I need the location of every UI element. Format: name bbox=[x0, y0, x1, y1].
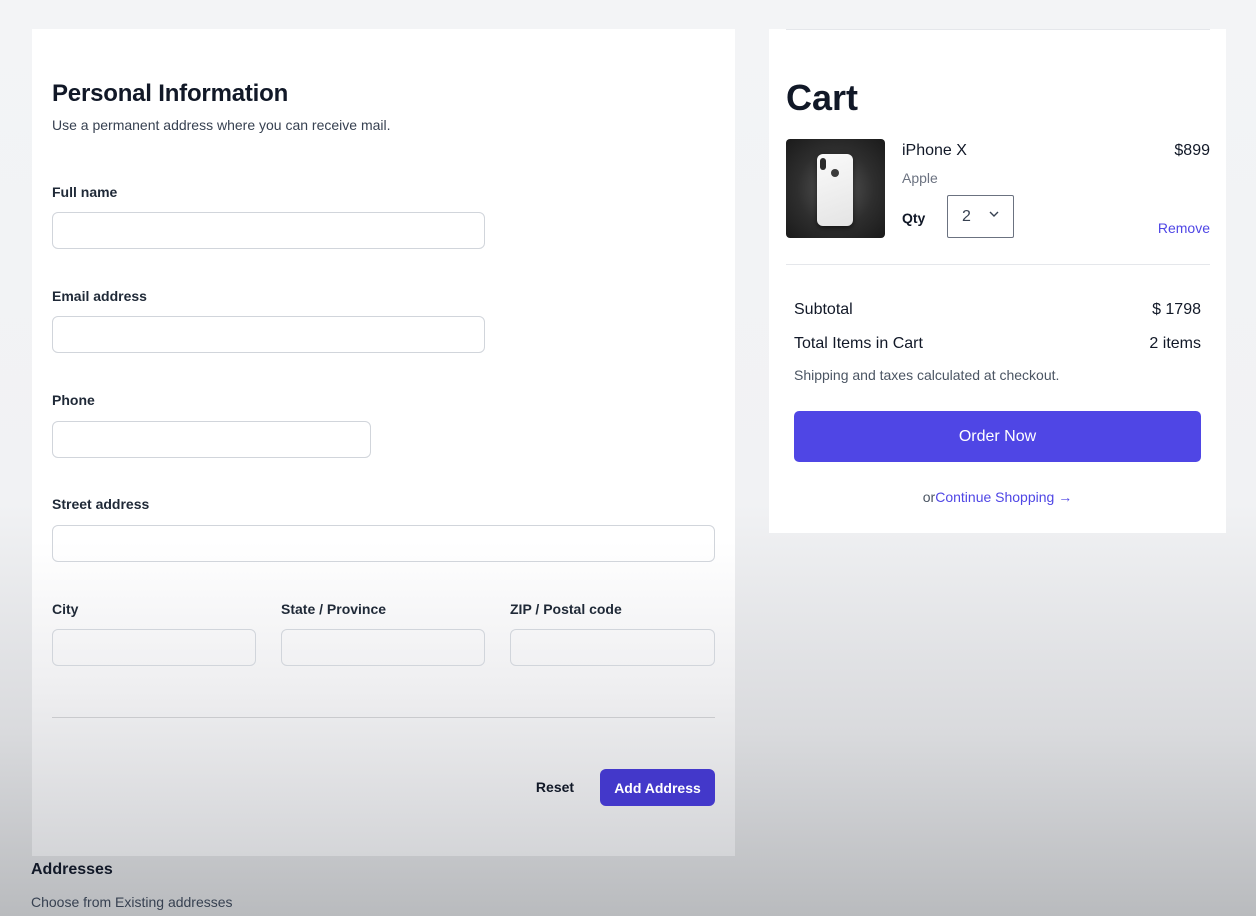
full-name-input[interactable] bbox=[52, 212, 485, 249]
phone-label: Phone bbox=[52, 392, 95, 408]
street-address-label: Street address bbox=[52, 496, 150, 512]
product-name: iPhone X bbox=[902, 142, 967, 159]
or-text: or bbox=[922, 489, 936, 505]
total-items-value: 2 items bbox=[1149, 335, 1201, 352]
state-province-input[interactable] bbox=[281, 629, 485, 666]
cart-top-divider bbox=[786, 29, 1210, 30]
street-address-input[interactable] bbox=[52, 525, 715, 562]
section-title: Personal Information bbox=[52, 80, 289, 107]
continue-shopping-row: orContinue Shopping → bbox=[769, 489, 1226, 505]
cart-title: Cart bbox=[786, 77, 859, 118]
add-address-button[interactable]: Add Address bbox=[600, 769, 715, 806]
zip-label: ZIP / Postal code bbox=[510, 601, 622, 617]
city-label: City bbox=[52, 601, 79, 617]
phone-icon bbox=[817, 154, 853, 226]
city-input[interactable] bbox=[52, 629, 256, 666]
remove-item-link[interactable]: Remove bbox=[1158, 220, 1210, 236]
form-divider bbox=[52, 717, 715, 718]
cart-divider bbox=[786, 264, 1210, 265]
reset-button[interactable]: Reset bbox=[526, 769, 584, 805]
qty-label: Qty bbox=[902, 210, 926, 226]
full-name-label: Full name bbox=[52, 184, 118, 200]
subtotal-label: Subtotal bbox=[794, 301, 853, 318]
product-image bbox=[786, 139, 885, 238]
addresses-title: Addresses bbox=[31, 861, 113, 878]
camera-icon bbox=[820, 158, 826, 170]
zip-input[interactable] bbox=[510, 629, 715, 666]
order-now-button[interactable]: Order Now bbox=[794, 411, 1201, 462]
product-price: $899 bbox=[1174, 142, 1210, 159]
total-items-label: Total Items in Cart bbox=[794, 335, 923, 352]
quantity-value: 2 bbox=[962, 207, 971, 225]
state-province-label: State / Province bbox=[281, 601, 387, 617]
phone-input[interactable] bbox=[52, 421, 371, 458]
subtotal-value: $ 1798 bbox=[1152, 301, 1201, 318]
email-input[interactable] bbox=[52, 316, 485, 353]
apple-logo-icon bbox=[831, 169, 839, 177]
personal-information-form: Personal Information Use a permanent add… bbox=[32, 29, 735, 856]
cart-panel: Cart iPhone X Apple $899 Qty 2 Remove Su… bbox=[769, 29, 1226, 533]
email-label: Email address bbox=[52, 288, 147, 304]
quantity-select[interactable]: 2 bbox=[947, 195, 1014, 238]
shipping-note: Shipping and taxes calculated at checkou… bbox=[794, 367, 1060, 383]
section-subtitle: Use a permanent address where you can re… bbox=[52, 117, 391, 133]
continue-shopping-link[interactable]: Continue Shopping → bbox=[935, 489, 1072, 505]
product-brand: Apple bbox=[902, 170, 938, 186]
chevron-down-icon bbox=[989, 211, 999, 217]
addresses-subtitle: Choose from Existing addresses bbox=[31, 894, 233, 910]
